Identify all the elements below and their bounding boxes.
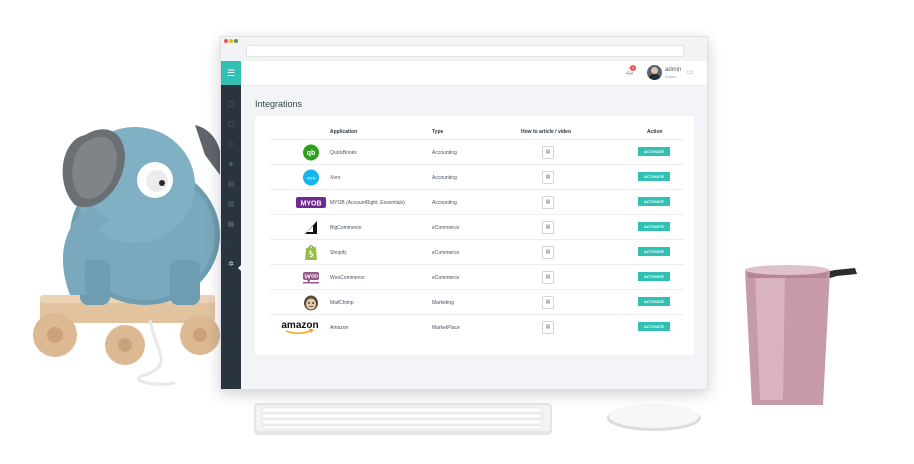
- application-type: MarketPlace: [432, 325, 460, 331]
- application-name: Xero: [330, 175, 341, 181]
- application-name: MailChimp: [330, 300, 354, 306]
- sidebar-item-reports-icon[interactable]: ▤: [226, 181, 236, 189]
- application-type: eCommerce: [432, 225, 460, 231]
- column-header-application: Application: [330, 129, 358, 135]
- activate-button[interactable]: ACTIVATE: [638, 272, 670, 281]
- application-name: WooCommerce: [330, 275, 365, 281]
- woocommerce-logo-icon: [303, 272, 319, 284]
- page-title: Integrations: [255, 99, 303, 109]
- amazon-logo-icon: amazon: [281, 320, 319, 334]
- close-window-icon[interactable]: [224, 39, 228, 43]
- mailchimp-logo-icon: [304, 295, 318, 311]
- keyboard-image: [254, 403, 552, 435]
- active-indicator: [238, 265, 241, 271]
- article-link-icon[interactable]: ▤: [542, 271, 554, 284]
- article-link-icon[interactable]: ▤: [542, 196, 554, 209]
- activate-button[interactable]: ACTIVATE: [638, 197, 670, 206]
- application-name: Shopify: [330, 250, 347, 256]
- sidebar-item-orders-icon[interactable]: ▢: [226, 121, 236, 129]
- bigcommerce-logo-icon: [305, 221, 317, 234]
- quickbooks-logo-icon: qb: [303, 144, 319, 161]
- sidebar-item-purchasing-icon[interactable]: ▥: [226, 201, 236, 209]
- integrations-table: Application Type How to article / video …: [255, 116, 694, 355]
- application-type: Accounting: [432, 175, 457, 181]
- svg-text:MYOB: MYOB: [301, 201, 322, 208]
- application-type: Accounting: [432, 150, 457, 156]
- elephant-toy-image: [33, 125, 222, 386]
- table-header: Application Type How to article / video …: [255, 129, 694, 139]
- maximize-window-icon[interactable]: [234, 39, 238, 43]
- column-header-action: Action: [647, 129, 663, 135]
- article-link-icon[interactable]: ▤: [542, 296, 554, 309]
- xero-logo-icon: xero: [303, 169, 319, 186]
- sidebar-item-analytics-icon[interactable]: ▦: [226, 221, 236, 229]
- application-type: eCommerce: [432, 250, 460, 256]
- application-type: Accounting: [432, 200, 457, 206]
- article-link-icon[interactable]: ▤: [542, 246, 554, 259]
- avatar[interactable]: [647, 65, 662, 80]
- menu-toggle-icon[interactable]: ☰: [221, 61, 241, 85]
- sidebar-item-users-icon[interactable]: ◌: [226, 241, 236, 249]
- table-row: amazon Amazon MarketPlace ▤ ACTIVATE: [270, 314, 684, 340]
- sidebar-item-integrations-icon[interactable]: ✲: [226, 261, 236, 269]
- article-link-icon[interactable]: ▤: [542, 221, 554, 234]
- minimize-window-icon[interactable]: [229, 39, 233, 43]
- mouse-image: [607, 404, 701, 431]
- application-name: Amazon: [330, 325, 349, 331]
- table-row: MYOB MYOB (AccountRight, Essentials) Acc…: [270, 189, 684, 215]
- activate-button[interactable]: ACTIVATE: [638, 247, 670, 256]
- myob-logo-icon: MYOB: [296, 197, 326, 208]
- activate-button[interactable]: ACTIVATE: [638, 322, 670, 331]
- table-row: WooCommerce eCommerce ▤ ACTIVATE: [270, 264, 684, 290]
- svg-text:qb: qb: [307, 150, 316, 157]
- top-bar: 🔔︎ 1 admin Admin ▭: [241, 61, 707, 86]
- article-link-icon[interactable]: ▤: [542, 146, 554, 159]
- svg-text:xero: xero: [307, 176, 316, 181]
- sidebar-item-products-icon[interactable]: ◇: [226, 141, 236, 149]
- application-name: MYOB (AccountRight, Essentials): [330, 200, 405, 206]
- svg-text:amazon: amazon: [281, 320, 318, 331]
- user-role: Admin: [665, 74, 677, 79]
- chat-icon[interactable]: ▭: [687, 69, 695, 76]
- table-row: qb QuickBooks Accounting ▤ ACTIVATE: [270, 139, 684, 165]
- column-header-how-to: How to article / video: [521, 129, 572, 135]
- column-header-type: Type: [432, 129, 444, 135]
- application-name: BigCommerce: [330, 225, 362, 231]
- activate-button[interactable]: ACTIVATE: [638, 297, 670, 306]
- table-row: BigCommerce eCommerce ▤ ACTIVATE: [270, 214, 684, 240]
- browser-titlebar: [221, 37, 707, 62]
- application-type: Marketing: [432, 300, 454, 306]
- activate-button[interactable]: ACTIVATE: [638, 172, 670, 181]
- sidebar: ☰ ▢ ▢ ◇ ◈ ▤ ▥ ▦ ◌ ✲: [221, 61, 241, 389]
- user-name[interactable]: admin: [665, 67, 681, 73]
- sidebar-item-dashboard-icon[interactable]: ▢: [226, 101, 236, 109]
- pink-cup-image: [745, 265, 857, 405]
- table-row: Shopify eCommerce ▤ ACTIVATE: [270, 239, 684, 265]
- article-link-icon[interactable]: ▤: [542, 321, 554, 334]
- application-type: eCommerce: [432, 275, 460, 281]
- article-link-icon[interactable]: ▤: [542, 171, 554, 184]
- sidebar-item-inventory-icon[interactable]: ◈: [226, 161, 236, 169]
- application-name: QuickBooks: [330, 150, 357, 156]
- activate-button[interactable]: ACTIVATE: [638, 147, 670, 156]
- notification-badge: 1: [630, 65, 636, 71]
- table-row: MailChimp Marketing ▤ ACTIVATE: [270, 289, 684, 315]
- table-row: xero Xero Accounting ▤ ACTIVATE: [270, 164, 684, 190]
- app-window: ☰ ▢ ▢ ◇ ◈ ▤ ▥ ▦ ◌ ✲ 🔔︎ 1 admin Admin ▭ I…: [220, 36, 708, 390]
- shopify-logo-icon: [305, 245, 317, 260]
- address-bar[interactable]: [246, 45, 684, 57]
- activate-button[interactable]: ACTIVATE: [638, 222, 670, 231]
